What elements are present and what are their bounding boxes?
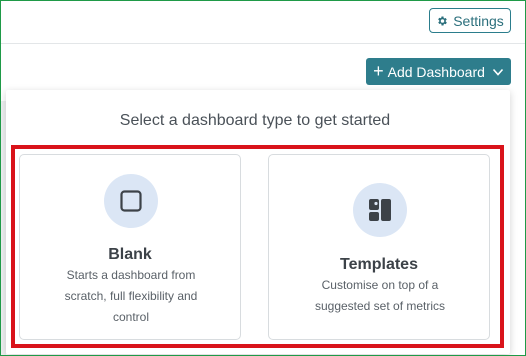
add-dashboard-label: Add Dashboard [387,63,485,80]
settings-label: Settings [453,12,504,29]
add-dashboard-button[interactable]: + Add Dashboard [366,58,511,85]
templates-title: Templates [340,256,418,273]
layout-icon [369,199,391,221]
templates-icon-circle [353,183,407,237]
blank-title: Blank [108,246,152,263]
blank-dashboard-option[interactable]: Blank Starts a dashboard from scratch, f… [19,154,241,340]
blank-icon-circle [104,174,158,228]
blank-description: Starts a dashboard from scratch, full fl… [64,268,198,324]
templates-description: Customise on top of a suggested set of m… [314,278,446,313]
square-icon [120,190,142,212]
gear-icon [438,16,448,25]
settings-button[interactable]: Settings [429,8,511,33]
plus-icon: + [373,61,384,81]
menu-prompt: Select a dashboard type to get started [119,112,391,129]
templates-dashboard-option[interactable]: Templates Customise on top of a suggeste… [268,154,490,340]
chevron-down-icon [492,68,504,76]
